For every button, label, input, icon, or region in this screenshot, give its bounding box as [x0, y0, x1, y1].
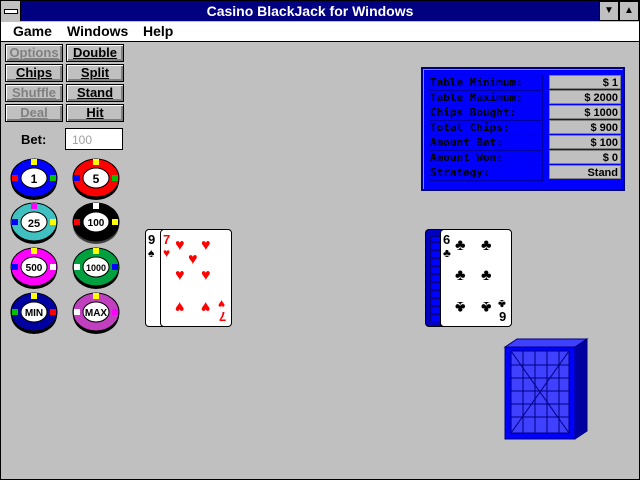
info-row-table-maximum: Table Maximum: $ 2000: [427, 90, 621, 106]
club-icon: ♣: [455, 267, 466, 284]
info-label: Table Maximum:: [429, 90, 543, 106]
info-value: Stand: [549, 165, 621, 179]
double-button[interactable]: Double: [66, 44, 124, 62]
title-bar: Casino BlackJack for Windows ▼ ▲: [1, 1, 639, 21]
info-value: $ 0: [549, 150, 621, 164]
info-value: $ 900: [549, 120, 621, 134]
info-label: Amount Won:: [429, 150, 543, 166]
club-icon: ♣: [481, 237, 492, 254]
info-row-strategy: Strategy: Stand: [427, 165, 621, 181]
minimize-button[interactable]: ▼: [599, 1, 619, 21]
card-rank: 7: [219, 309, 227, 324]
maximize-button[interactable]: ▲: [619, 1, 639, 21]
heart-icon: ♥: [188, 251, 198, 268]
system-menu-button[interactable]: [1, 1, 21, 21]
chips-button[interactable]: Chips: [5, 64, 63, 82]
club-icon: ♣: [443, 246, 451, 260]
game-window: Casino BlackJack for Windows ▼ ▲ Game Wi…: [0, 0, 640, 480]
chip-min[interactable]: MIN: [10, 291, 58, 335]
info-row-amount-won: Amount Won: $ 0: [427, 150, 621, 166]
chip-1000[interactable]: 1000: [72, 246, 120, 290]
heart-icon: ♥: [175, 267, 185, 284]
info-label: Total Chips:: [429, 120, 543, 136]
heart-icon: ♥: [201, 267, 211, 284]
info-label: Amount Bet:: [429, 135, 543, 151]
table-info-panel: Table Minimum: $ 1 Table Maximum: $ 2000…: [421, 67, 625, 191]
chip-500-label: 500: [26, 263, 43, 274]
club-icon: ♣: [455, 237, 466, 254]
spade-icon: ♠: [148, 246, 155, 260]
window-title: Casino BlackJack for Windows: [206, 3, 414, 19]
chip-min-label: MIN: [25, 308, 43, 319]
info-row-table-minimum: Table Minimum: $ 1: [427, 75, 621, 91]
maximize-icon: ▲: [624, 5, 634, 16]
club-icon: ♣: [455, 298, 466, 315]
info-value: $ 1000: [549, 105, 621, 119]
chip-100-label: 100: [88, 218, 105, 229]
chip-1[interactable]: 1: [10, 157, 58, 201]
menu-windows[interactable]: Windows: [67, 23, 128, 39]
menu-game[interactable]: Game: [13, 23, 52, 39]
heart-icon: ♥: [163, 246, 171, 260]
info-row-total-chips: Total Chips: $ 900: [427, 120, 621, 136]
options-button[interactable]: Options: [5, 44, 63, 62]
chip-100[interactable]: 100: [72, 201, 120, 245]
info-label: Chips Bought:: [429, 105, 543, 121]
club-icon: ♣: [481, 298, 492, 315]
chip-5[interactable]: 5: [72, 157, 120, 201]
info-value: $ 2000: [549, 90, 621, 104]
info-row-amount-bet: Amount Bet: $ 100: [427, 135, 621, 151]
menu-bar: Game Windows Help: [1, 22, 639, 42]
heart-icon: ♥: [175, 298, 185, 315]
info-label: Table Minimum:: [429, 75, 543, 91]
shuffle-button[interactable]: Shuffle: [5, 84, 63, 102]
chip-25[interactable]: 25: [10, 201, 58, 245]
chip-max[interactable]: MAX: [72, 291, 120, 335]
info-value: $ 100: [549, 135, 621, 149]
stand-button[interactable]: Stand: [66, 84, 124, 102]
info-label: Strategy:: [429, 165, 543, 181]
menu-help[interactable]: Help: [143, 23, 173, 39]
chip-1000-label: 1000: [86, 263, 106, 273]
minimize-icon: ▼: [604, 5, 614, 16]
chip-max-label: MAX: [85, 308, 108, 319]
player-card-2: 7 ♥ ♥ ♥ ♥ ♥ ♥ ♥ ♥ ♥ 7: [160, 229, 232, 327]
card-shoe[interactable]: [501, 337, 591, 441]
bet-input[interactable]: 100: [65, 128, 123, 150]
info-row-chips-bought: Chips Bought: $ 1000: [427, 105, 621, 121]
dealer-card-1: 6 ♣ ♣ ♣ ♣ ♣ ♣ ♣ ♣ 6: [440, 229, 512, 327]
heart-icon: ♥: [201, 298, 211, 315]
chip-500[interactable]: 500: [10, 246, 58, 290]
split-button[interactable]: Split: [66, 64, 124, 82]
chip-1-label: 1: [31, 172, 38, 186]
deal-button[interactable]: Deal: [5, 104, 63, 122]
heart-icon: ♥: [175, 237, 185, 254]
chip-25-label: 25: [28, 218, 40, 230]
card-rank: 6: [499, 309, 507, 324]
chip-5-label: 5: [93, 172, 100, 186]
info-value: $ 1: [549, 75, 621, 89]
bet-label: Bet:: [21, 132, 47, 147]
club-icon: ♣: [481, 267, 492, 284]
hit-button[interactable]: Hit: [66, 104, 124, 122]
heart-icon: ♥: [201, 237, 211, 254]
